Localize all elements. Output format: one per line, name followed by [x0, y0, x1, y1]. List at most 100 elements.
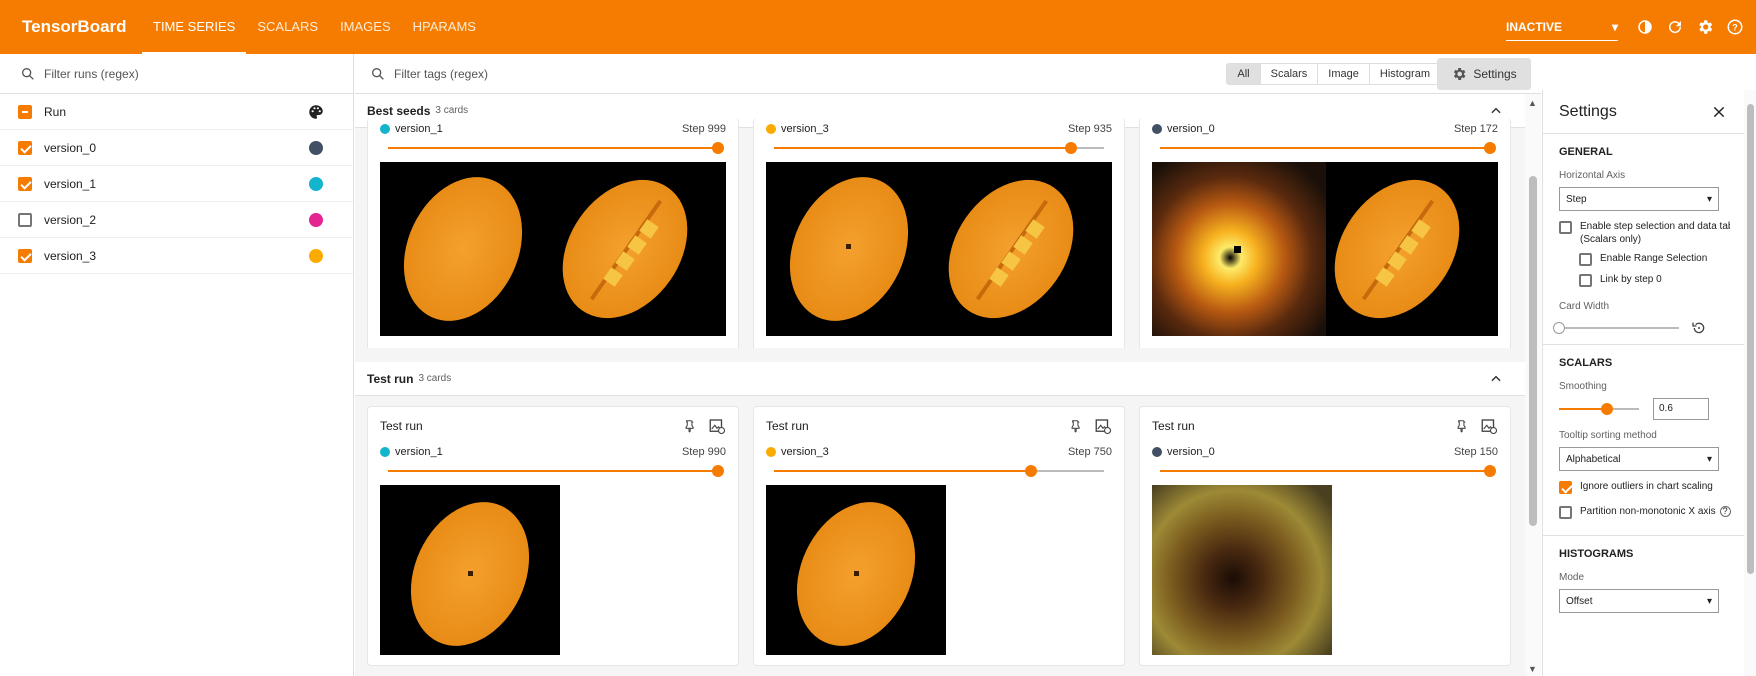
- settings-scalars: SCALARS Smoothing 0.6 Tooltip sorting me…: [1543, 345, 1756, 536]
- tab-hparams[interactable]: HPARAMS: [402, 0, 487, 54]
- settings-button[interactable]: Settings: [1437, 58, 1531, 90]
- tags-filter[interactable]: Filter tags (regex) All Scalars Image Hi…: [355, 54, 1541, 94]
- run-color-swatch[interactable]: [309, 140, 323, 155]
- run-color-swatch[interactable]: [309, 176, 323, 191]
- settings-scroll-thumb[interactable]: [1747, 104, 1754, 574]
- enable-step-selection-row[interactable]: Enable step selection and data table (Sc…: [1559, 221, 1740, 245]
- horizontal-axis-select[interactable]: Step ▾: [1559, 187, 1719, 211]
- run-checkbox[interactable]: [18, 248, 32, 263]
- partition-checkbox[interactable]: [1559, 506, 1572, 519]
- step-slider[interactable]: [1152, 463, 1498, 479]
- partition-label: Partition non-monotonic X axis: [1580, 506, 1716, 517]
- enable-step-selection-checkbox[interactable]: [1559, 221, 1572, 234]
- step-label: Step 990: [681, 446, 726, 458]
- pin-icon[interactable]: [1454, 419, 1468, 433]
- tooltip-sort-select[interactable]: Alphabetical ▾: [1559, 447, 1719, 471]
- link-step-checkbox[interactable]: [1579, 274, 1592, 287]
- smoothing-input[interactable]: 0.6: [1653, 398, 1709, 420]
- tab-time-series[interactable]: TIME SERIES: [142, 0, 247, 54]
- tab-images[interactable]: IMAGES: [329, 0, 402, 54]
- palette-icon[interactable]: [307, 103, 325, 121]
- partition-row[interactable]: Partition non-monotonic X axis ?: [1559, 506, 1740, 519]
- runs-filter[interactable]: Filter runs (regex): [0, 54, 353, 94]
- card-title: Test run: [380, 419, 423, 433]
- slider-knob[interactable]: [1065, 142, 1077, 154]
- select-all-checkbox[interactable]: [18, 104, 32, 119]
- run-checkbox[interactable]: [18, 140, 32, 155]
- run-checkbox[interactable]: [18, 212, 32, 227]
- reset-icon[interactable]: [1691, 320, 1707, 336]
- run-name: version_3: [781, 446, 829, 458]
- card-width-slider[interactable]: [1553, 321, 1679, 335]
- reload-select[interactable]: INACTIVE ▾: [1506, 13, 1618, 41]
- image-settings-icon[interactable]: [708, 417, 726, 435]
- step-slider[interactable]: [380, 140, 726, 156]
- close-icon[interactable]: [1712, 105, 1726, 119]
- run-row[interactable]: version_3: [0, 238, 353, 274]
- link-step-row[interactable]: Link by step 0: [1579, 274, 1740, 287]
- slider-knob[interactable]: [1553, 322, 1565, 334]
- ignore-outliers-row[interactable]: Ignore outliers in chart scaling: [1559, 481, 1740, 494]
- image-settings-icon[interactable]: [1480, 417, 1498, 435]
- chevron-up-icon[interactable]: [1489, 372, 1503, 386]
- help-icon[interactable]: ?: [1720, 12, 1750, 42]
- help-icon[interactable]: ?: [1719, 506, 1731, 517]
- svg-text:?: ?: [1732, 22, 1738, 32]
- gear-icon[interactable]: [1690, 12, 1720, 42]
- step-slider[interactable]: [766, 140, 1112, 156]
- type-filter-histogram[interactable]: Histogram: [1370, 64, 1440, 84]
- slider-knob[interactable]: [712, 142, 724, 154]
- main-scrollbar[interactable]: ▲ ▼: [1525, 94, 1541, 676]
- reload-icon[interactable]: [1660, 12, 1690, 42]
- run-row[interactable]: version_1: [0, 166, 353, 202]
- settings-scrollbar[interactable]: [1744, 90, 1756, 676]
- step-slider[interactable]: [380, 463, 726, 479]
- slider-knob[interactable]: [1601, 403, 1613, 415]
- run-row[interactable]: version_2: [0, 202, 353, 238]
- pin-icon[interactable]: [1068, 419, 1082, 433]
- run-color-swatch[interactable]: [309, 212, 323, 227]
- card-run-row: version_1 Step 999: [368, 118, 738, 140]
- slider-fill: [774, 147, 1071, 149]
- caret-down-icon: ▾: [1706, 193, 1712, 205]
- slider-knob[interactable]: [1484, 465, 1496, 477]
- type-filter-all[interactable]: All: [1227, 64, 1261, 84]
- run-color-swatch[interactable]: [309, 248, 323, 263]
- type-filter-toggle: All Scalars Image Histogram: [1226, 63, 1441, 85]
- slider-knob[interactable]: [1025, 465, 1038, 477]
- run-name: version_1: [395, 446, 443, 458]
- slider-track: [1559, 327, 1679, 329]
- slider-knob[interactable]: [712, 465, 724, 477]
- card-run-row: version_3 Step 935: [754, 118, 1124, 140]
- group-count: 3 cards: [435, 105, 469, 116]
- pin-icon[interactable]: [682, 419, 696, 433]
- run-row[interactable]: version_0: [0, 130, 353, 166]
- run-name: version_2: [44, 212, 97, 227]
- type-filter-image[interactable]: Image: [1318, 64, 1370, 84]
- type-filter-scalars[interactable]: Scalars: [1261, 64, 1319, 84]
- enable-range-row[interactable]: Enable Range Selection: [1579, 253, 1740, 266]
- step-slider[interactable]: [766, 463, 1112, 479]
- tags-filter-placeholder: Filter tags (regex): [394, 66, 489, 81]
- card-image: [766, 162, 1112, 336]
- group-title: Best seeds: [367, 103, 431, 118]
- run-checkbox[interactable]: [18, 176, 32, 191]
- smoothing-slider[interactable]: [1559, 402, 1639, 416]
- ignore-outliers-checkbox[interactable]: [1559, 481, 1572, 494]
- cards-row-best-seeds: version_1 Step 999 version_3 Step 935 ve…: [355, 118, 1525, 348]
- image-settings-icon[interactable]: [1094, 417, 1112, 435]
- dark-mode-icon[interactable]: [1630, 12, 1660, 42]
- slider-fill: [1160, 147, 1490, 149]
- run-color-dot: [1152, 124, 1162, 134]
- group-title: Test run: [367, 371, 414, 386]
- chevron-up-icon[interactable]: [1489, 104, 1503, 118]
- slider-knob[interactable]: [1484, 142, 1496, 154]
- group-header-test-run[interactable]: Test run 3 cards: [355, 362, 1525, 396]
- histogram-mode-select[interactable]: Offset ▾: [1559, 589, 1719, 613]
- main-scroll-thumb[interactable]: [1529, 176, 1537, 526]
- mode-label: Mode: [1559, 572, 1585, 583]
- enable-range-checkbox[interactable]: [1579, 253, 1592, 266]
- tab-scalars[interactable]: SCALARS: [246, 0, 329, 54]
- step-label: Step 172: [1453, 123, 1498, 135]
- step-slider[interactable]: [1152, 140, 1498, 156]
